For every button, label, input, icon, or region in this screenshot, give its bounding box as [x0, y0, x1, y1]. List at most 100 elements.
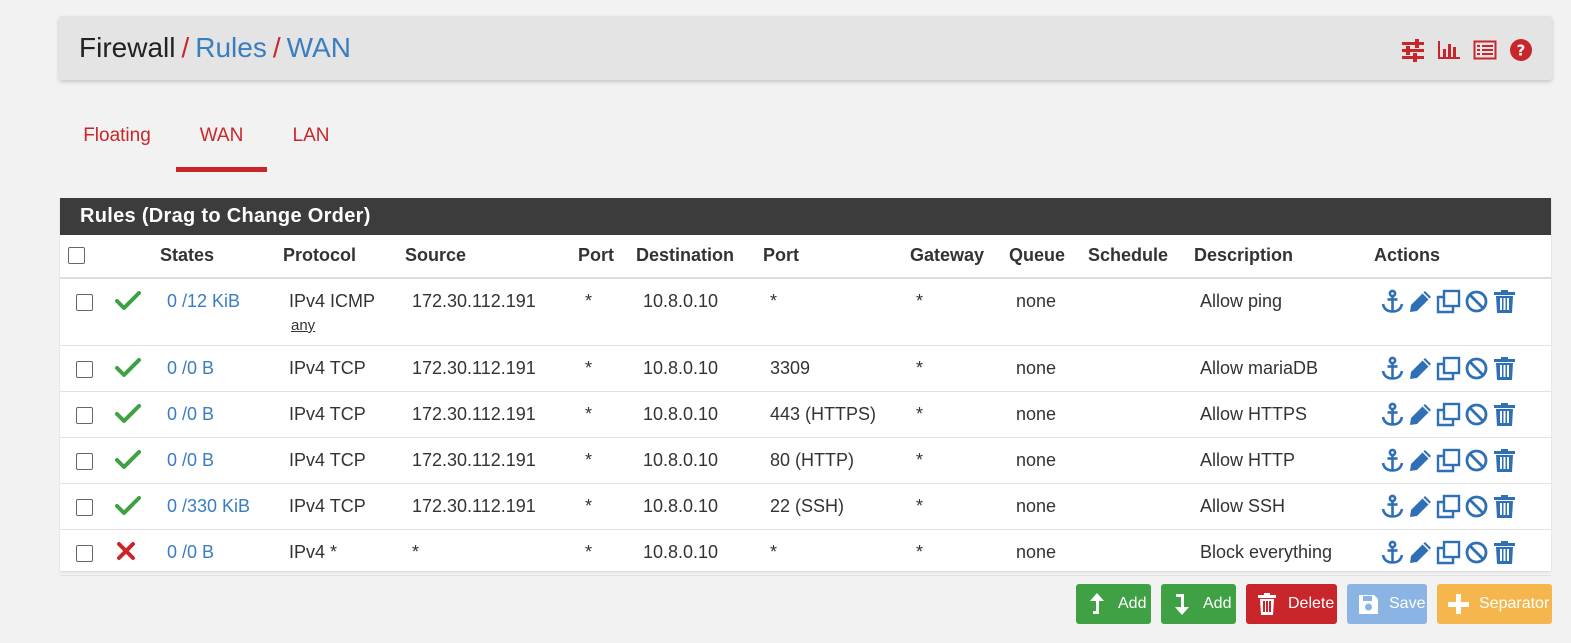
pencil-icon[interactable] [1408, 289, 1433, 314]
panel-title: Rules (Drag to Change Order) [60, 198, 1551, 235]
rule-destination: 10.8.0.10 [643, 404, 719, 424]
table-row[interactable]: 0 /0 B IPv4 TCP 172.30.112.191 * 10.8.0.10 44… [60, 392, 1551, 438]
disable-icon[interactable] [1464, 540, 1489, 565]
pencil-icon[interactable] [1408, 494, 1433, 519]
pass-check-icon[interactable] [115, 448, 141, 475]
rule-queue: none [1016, 542, 1057, 562]
col-source-port[interactable]: Port [578, 245, 614, 266]
pencil-icon[interactable] [1408, 402, 1433, 427]
sliders-icon[interactable] [1400, 38, 1426, 62]
breadcrumb: Firewall / Rules / WAN [79, 32, 351, 64]
col-description[interactable]: Description [1194, 245, 1293, 266]
delete-button[interactable]: Delete [1246, 584, 1337, 624]
row-select-checkbox[interactable] [76, 407, 93, 424]
row-select-checkbox[interactable] [76, 294, 93, 311]
select-all-checkbox[interactable] [68, 247, 85, 264]
rule-description: Allow ping [1200, 291, 1283, 311]
separator-button[interactable]: Separator [1437, 584, 1552, 624]
rule-protocol: IPv4 TCP [289, 358, 366, 378]
bar-chart-icon[interactable] [1436, 38, 1462, 62]
rule-protocol: IPv4 ICMP [289, 291, 376, 311]
trash-icon[interactable] [1492, 356, 1517, 381]
arrow-down-icon [1171, 592, 1193, 616]
anchor-icon[interactable] [1380, 448, 1405, 473]
table-row[interactable]: 0 /0 B IPv4 * * * 10.8.0.10 * * none Block every… [60, 530, 1551, 576]
table-row[interactable]: 0 /0 B IPv4 TCP 172.30.112.191 * 10.8.0.10 80… [60, 438, 1551, 484]
row-select-checkbox[interactable] [76, 545, 93, 562]
disable-icon[interactable] [1464, 402, 1489, 427]
rule-states[interactable]: 0 /12 KiB [167, 291, 240, 312]
add-top-label: Add [1118, 595, 1147, 612]
rule-destination-port: 80 (HTTP) [770, 450, 855, 470]
disable-icon[interactable] [1464, 289, 1489, 314]
delete-label: Delete [1288, 595, 1335, 612]
disable-icon[interactable] [1464, 356, 1489, 381]
save-button[interactable]: Save [1347, 584, 1427, 624]
block-x-icon[interactable] [115, 540, 137, 567]
trash-icon[interactable] [1492, 448, 1517, 473]
rule-states[interactable]: 0 /330 KiB [167, 496, 250, 517]
copy-icon[interactable] [1436, 540, 1461, 565]
breadcrumb-wan-link[interactable]: WAN [287, 32, 351, 63]
row-select-checkbox[interactable] [76, 453, 93, 470]
pass-check-icon[interactable] [115, 402, 141, 429]
rule-states[interactable]: 0 /0 B [167, 542, 214, 563]
row-actions [1380, 402, 1517, 427]
col-schedule[interactable]: Schedule [1088, 245, 1168, 266]
separator-label: Separator [1479, 595, 1550, 612]
pencil-icon[interactable] [1408, 448, 1433, 473]
col-source[interactable]: Source [405, 245, 466, 266]
trash-icon[interactable] [1492, 540, 1517, 565]
list-icon[interactable] [1472, 38, 1498, 62]
anchor-icon[interactable] [1380, 289, 1405, 314]
pencil-icon[interactable] [1408, 540, 1433, 565]
col-gateway[interactable]: Gateway [910, 245, 984, 266]
col-states[interactable]: States [160, 245, 214, 266]
col-destination[interactable]: Destination [636, 245, 734, 266]
anchor-icon[interactable] [1380, 356, 1405, 381]
table-row[interactable]: 0 /0 B IPv4 TCP 172.30.112.191 * 10.8.0.10 33… [60, 346, 1551, 392]
pass-check-icon[interactable] [115, 494, 141, 521]
add-rule-bottom-button[interactable]: Add [1161, 584, 1236, 624]
breadcrumb-firewall: Firewall [79, 32, 176, 63]
col-protocol[interactable]: Protocol [283, 245, 356, 266]
disable-icon[interactable] [1464, 494, 1489, 519]
copy-icon[interactable] [1436, 402, 1461, 427]
trash-icon[interactable] [1492, 494, 1517, 519]
anchor-icon[interactable] [1380, 540, 1405, 565]
rules-panel: Rules (Drag to Change Order) States Prot… [60, 198, 1551, 576]
tab-floating[interactable]: Floating [79, 110, 155, 167]
tab-wan[interactable]: WAN [176, 110, 267, 172]
rule-protocol-subtype[interactable]: any [291, 317, 315, 334]
rule-destination: 10.8.0.10 [643, 496, 719, 516]
pass-check-icon[interactable] [115, 289, 141, 316]
rule-queue: none [1016, 358, 1057, 378]
trash-icon[interactable] [1492, 289, 1517, 314]
trash-icon[interactable] [1492, 402, 1517, 427]
col-destination-port[interactable]: Port [763, 245, 799, 266]
pencil-icon[interactable] [1408, 356, 1433, 381]
breadcrumb-rules-link[interactable]: Rules [195, 32, 267, 63]
add-rule-top-button[interactable]: Add [1076, 584, 1151, 624]
rule-protocol: IPv4 TCP [289, 496, 366, 516]
copy-icon[interactable] [1436, 289, 1461, 314]
anchor-icon[interactable] [1380, 402, 1405, 427]
rule-states[interactable]: 0 /0 B [167, 358, 214, 379]
rule-gateway: * [916, 450, 924, 470]
copy-icon[interactable] [1436, 356, 1461, 381]
row-select-checkbox[interactable] [76, 499, 93, 516]
rule-states[interactable]: 0 /0 B [167, 450, 214, 471]
copy-icon[interactable] [1436, 494, 1461, 519]
help-icon[interactable]: ? [1508, 38, 1534, 62]
copy-icon[interactable] [1436, 448, 1461, 473]
tab-lan[interactable]: LAN [291, 110, 331, 167]
col-queue[interactable]: Queue [1009, 245, 1065, 266]
anchor-icon[interactable] [1380, 494, 1405, 519]
rule-states[interactable]: 0 /0 B [167, 404, 214, 425]
disable-icon[interactable] [1464, 448, 1489, 473]
table-row[interactable]: 0 /12 KiB IPv4 ICMP any 172.30.112.191 * 10.8… [60, 279, 1551, 346]
table-row[interactable]: 0 /330 KiB IPv4 TCP 172.30.112.191 * 10.8.0.… [60, 484, 1551, 530]
rule-destination: 10.8.0.10 [643, 291, 719, 311]
pass-check-icon[interactable] [115, 356, 141, 383]
row-select-checkbox[interactable] [76, 361, 93, 378]
